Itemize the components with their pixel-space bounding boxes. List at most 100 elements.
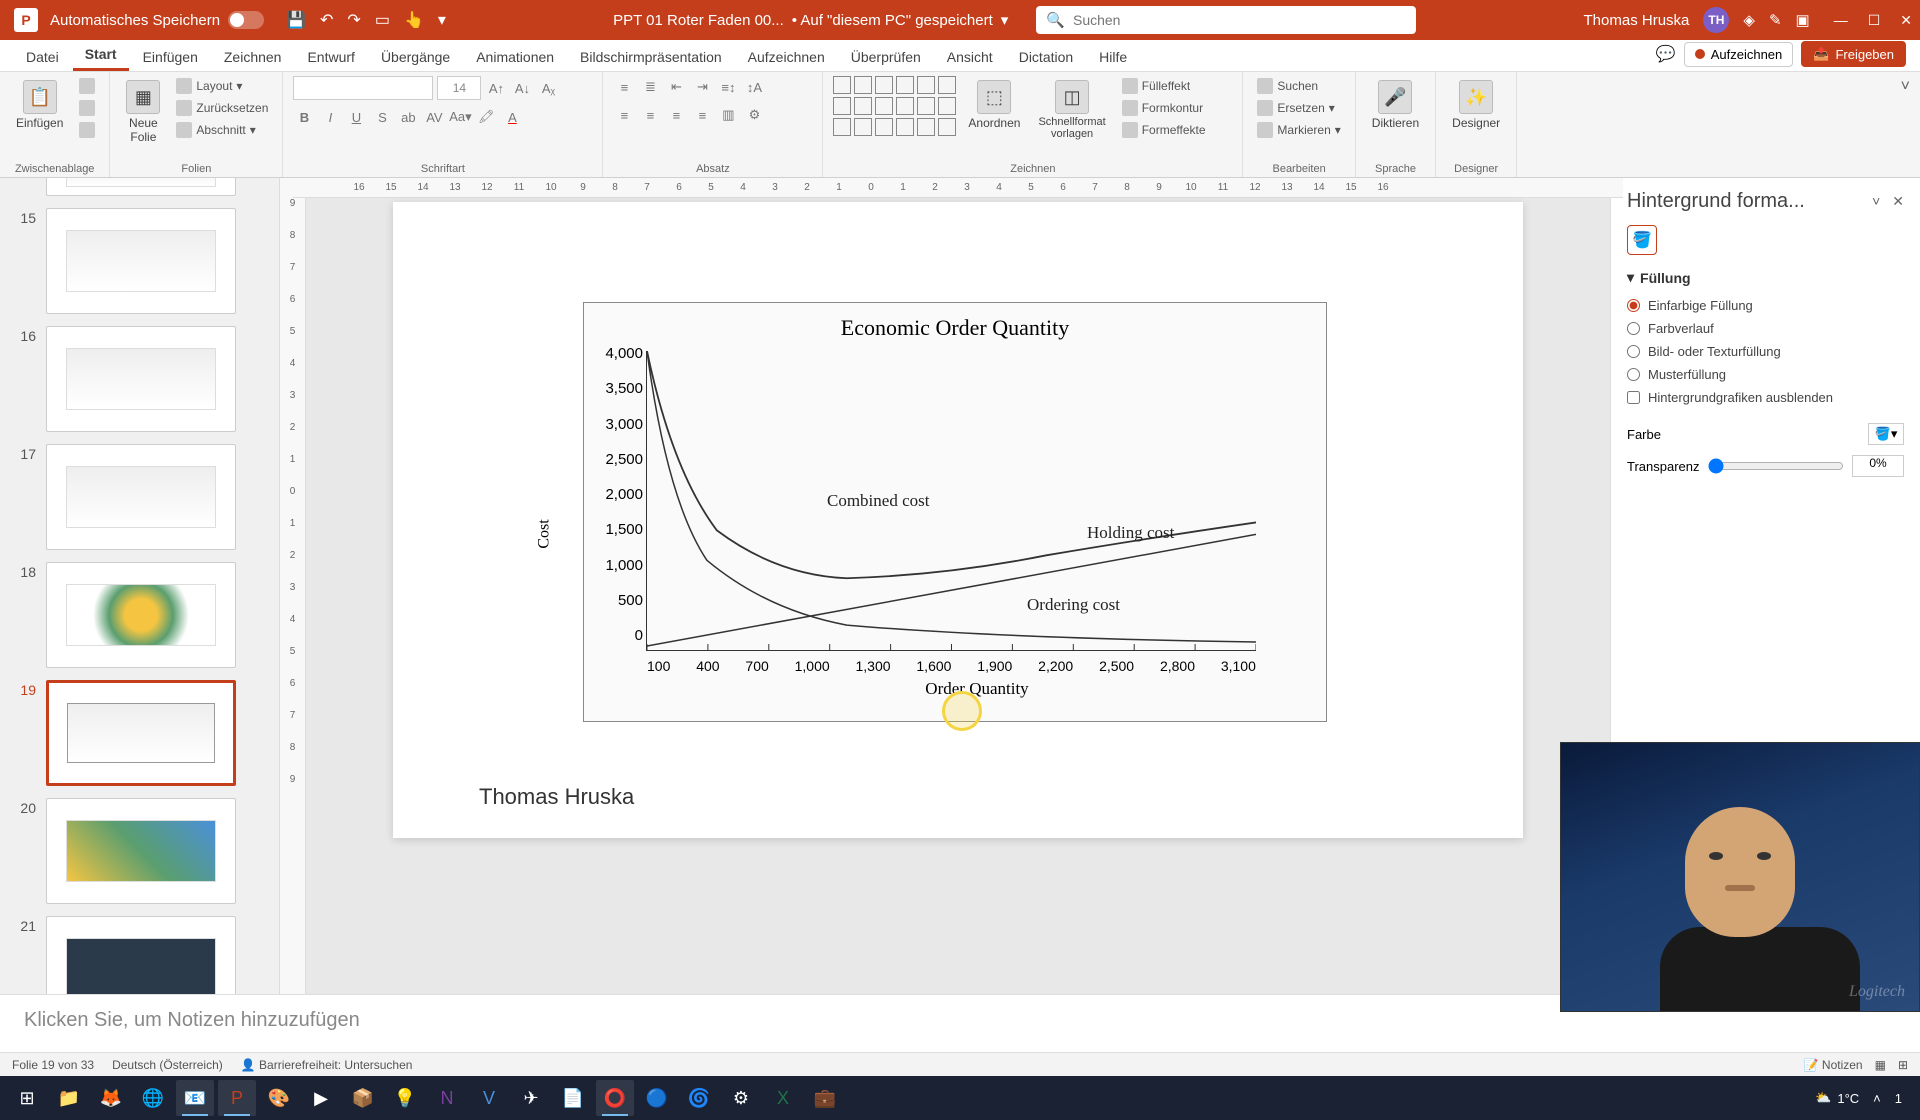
shape-effects-button[interactable]: Formeffekte: [1118, 120, 1210, 140]
maximize-icon[interactable]: ☐: [1868, 12, 1881, 29]
copy-button[interactable]: [75, 98, 99, 118]
touch-mode-icon[interactable]: 👆: [404, 10, 424, 30]
tab-uebergaenge[interactable]: Übergänge: [369, 43, 462, 71]
slide-thumbnail[interactable]: [46, 208, 236, 314]
language-indicator[interactable]: Deutsch (Österreich): [112, 1058, 223, 1072]
tab-einfuegen[interactable]: Einfügen: [131, 43, 210, 71]
user-avatar[interactable]: TH: [1703, 7, 1729, 33]
justify-button[interactable]: ≡: [691, 104, 713, 126]
slide-counter[interactable]: Folie 19 von 33: [12, 1058, 94, 1072]
font-color-button[interactable]: A: [501, 106, 523, 128]
normal-view-icon[interactable]: ▦: [1875, 1058, 1886, 1072]
diamond-icon[interactable]: ◈: [1743, 11, 1755, 29]
slide-thumbnail[interactable]: [46, 798, 236, 904]
numbering-button[interactable]: ≣: [639, 76, 661, 98]
slide-thumbnail[interactable]: [46, 178, 236, 196]
save-icon[interactable]: 💾: [286, 10, 306, 30]
tab-ansicht[interactable]: Ansicht: [935, 43, 1005, 71]
record-button[interactable]: Aufzeichnen: [1684, 42, 1794, 67]
collapse-ribbon-icon[interactable]: ˅: [1891, 72, 1920, 177]
italic-button[interactable]: I: [319, 106, 341, 128]
increase-indent-button[interactable]: ⇥: [691, 76, 713, 98]
undo-icon[interactable]: ↶: [320, 10, 333, 30]
app-icon[interactable]: 💼: [806, 1080, 844, 1116]
notes-toggle[interactable]: 📝 Notizen: [1804, 1058, 1863, 1072]
strikethrough-button[interactable]: S: [371, 106, 393, 128]
find-button[interactable]: Suchen: [1253, 76, 1344, 96]
tab-ueberpruefen[interactable]: Überprüfen: [839, 43, 933, 71]
settings-icon[interactable]: ⚙: [722, 1080, 760, 1116]
tab-animationen[interactable]: Animationen: [464, 43, 566, 71]
tab-dictation[interactable]: Dictation: [1007, 43, 1085, 71]
window-icon[interactable]: ▣: [1796, 11, 1810, 29]
bullets-button[interactable]: ≡: [613, 76, 635, 98]
excel-icon[interactable]: X: [764, 1080, 802, 1116]
slideshow-start-icon[interactable]: ▭: [375, 10, 390, 30]
cut-button[interactable]: [75, 76, 99, 96]
document-title[interactable]: PPT 01 Roter Faden 00...: [613, 12, 784, 29]
section-button[interactable]: Abschnitt ▾: [172, 120, 272, 140]
font-family-select[interactable]: [293, 76, 433, 100]
autosave-toggle[interactable]: Automatisches Speichern: [50, 11, 264, 29]
share-button[interactable]: 📤 Freigeben: [1801, 41, 1906, 67]
app-icon[interactable]: 🌀: [680, 1080, 718, 1116]
gradient-fill-radio[interactable]: Farbverlauf: [1627, 317, 1904, 340]
chrome-icon[interactable]: 🌐: [134, 1080, 172, 1116]
align-center-button[interactable]: ≡: [639, 104, 661, 126]
eoq-chart[interactable]: Economic Order Quantity Cost 4,0003,5003…: [583, 302, 1327, 722]
chevron-down-icon[interactable]: ▾: [1001, 11, 1009, 29]
layout-button[interactable]: Layout ▾: [172, 76, 272, 96]
slide-thumbnail[interactable]: [46, 444, 236, 550]
canvas-area[interactable]: 1615141312111098765432101234567891011121…: [306, 178, 1610, 994]
transparency-slider[interactable]: [1708, 458, 1845, 474]
decrease-font-icon[interactable]: A↓: [511, 77, 533, 99]
color-picker[interactable]: 🪣▾: [1868, 423, 1904, 445]
highlight-button[interactable]: 🖍: [475, 106, 497, 128]
tab-datei[interactable]: Datei: [14, 43, 71, 71]
slide-thumbnails-panel[interactable]: 15 16 17 18 19 20 21 22 23 24: [0, 178, 280, 994]
accessibility-checker[interactable]: 👤 Barrierefreiheit: Untersuchen: [241, 1058, 413, 1072]
slide-thumbnail-active[interactable]: [46, 680, 236, 786]
line-spacing-button[interactable]: ≡↕: [717, 76, 739, 98]
new-slide-button[interactable]: ▦ Neue Folie: [120, 76, 166, 148]
paste-button[interactable]: 📋 Einfügen: [10, 76, 69, 134]
char-spacing-button[interactable]: AV: [423, 106, 445, 128]
pen-icon[interactable]: ✎: [1769, 11, 1782, 29]
change-case-button[interactable]: Aa▾: [449, 106, 471, 128]
slide-thumbnail[interactable]: [46, 326, 236, 432]
pattern-fill-radio[interactable]: Musterfüllung: [1627, 363, 1904, 386]
bold-button[interactable]: B: [293, 106, 315, 128]
slide-author[interactable]: Thomas Hruska: [479, 784, 634, 810]
user-name[interactable]: Thomas Hruska: [1584, 12, 1690, 29]
underline-button[interactable]: U: [345, 106, 367, 128]
fill-section-header[interactable]: ▾ Füllung: [1627, 269, 1904, 286]
pane-close-icon[interactable]: ✕: [1892, 193, 1904, 210]
replace-button[interactable]: Ersetzen ▾: [1253, 98, 1344, 118]
search-input[interactable]: [1073, 12, 1406, 28]
app-icon[interactable]: 🎨: [260, 1080, 298, 1116]
columns-button[interactable]: ▥: [717, 104, 739, 126]
fill-tab-icon[interactable]: 🪣: [1627, 225, 1657, 255]
telegram-icon[interactable]: ✈: [512, 1080, 550, 1116]
align-left-button[interactable]: ≡: [613, 104, 635, 126]
picture-fill-radio[interactable]: Bild- oder Texturfüllung: [1627, 340, 1904, 363]
app-icon[interactable]: 📦: [344, 1080, 382, 1116]
file-explorer-icon[interactable]: 📁: [50, 1080, 88, 1116]
tray-clock[interactable]: 1: [1895, 1091, 1902, 1106]
firefox-icon[interactable]: 🦊: [92, 1080, 130, 1116]
sorter-view-icon[interactable]: ⊞: [1898, 1058, 1908, 1072]
search-box[interactable]: 🔍: [1036, 6, 1416, 34]
arrange-button[interactable]: ⬚ Anordnen: [962, 76, 1026, 134]
tab-bildschirmpraesentation[interactable]: Bildschirmpräsentation: [568, 43, 734, 71]
minimize-icon[interactable]: —: [1834, 12, 1848, 29]
increase-font-icon[interactable]: A↑: [485, 77, 507, 99]
shape-outline-button[interactable]: Formkontur: [1118, 98, 1210, 118]
slide-canvas[interactable]: Economic Order Quantity Cost 4,0003,5003…: [393, 202, 1523, 838]
smartart-button[interactable]: ⚙: [743, 104, 765, 126]
app-icon[interactable]: 💡: [386, 1080, 424, 1116]
start-menu-icon[interactable]: ⊞: [8, 1080, 46, 1116]
onenote-icon[interactable]: N: [428, 1080, 466, 1116]
tab-aufzeichnen[interactable]: Aufzeichnen: [736, 43, 837, 71]
solid-fill-radio[interactable]: Einfarbige Füllung: [1627, 294, 1904, 317]
tab-hilfe[interactable]: Hilfe: [1087, 43, 1139, 71]
